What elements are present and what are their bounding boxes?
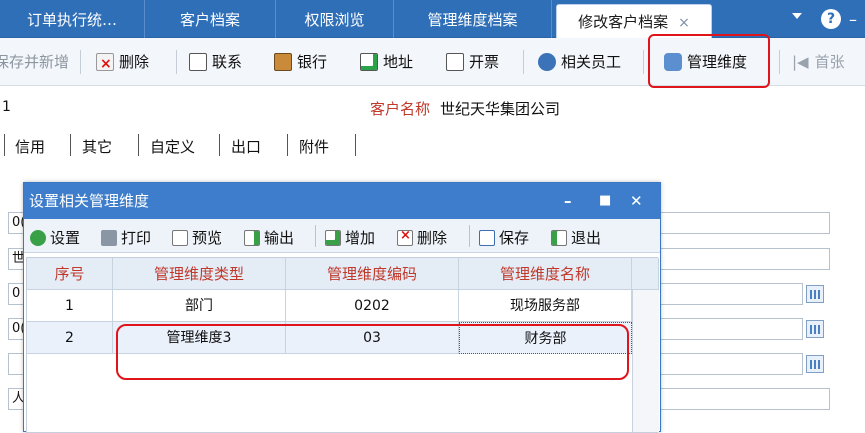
subtab-credit[interactable]: 信用 (15, 136, 45, 157)
calendar-icon[interactable] (806, 285, 824, 303)
toolbar-divider (469, 225, 470, 247)
tab-order-stats[interactable]: 订单执行统… (0, 0, 145, 38)
delete-button[interactable]: × 删除 (96, 50, 149, 74)
invoice-icon (446, 53, 464, 71)
exit-label: 退出 (571, 229, 602, 247)
first-record-icon: |◀ (792, 53, 809, 71)
customer-name-label: 客户名称 (370, 100, 431, 118)
add-label: 增加 (345, 229, 376, 247)
address-label: 地址 (383, 53, 414, 71)
highlight-annotation (648, 34, 770, 88)
contact-label: 联系 (212, 53, 243, 71)
column-header[interactable]: 序号 (27, 258, 113, 290)
bank-label: 银行 (297, 53, 328, 71)
toolbar-divider (80, 50, 81, 74)
address-icon (360, 53, 378, 71)
highlight-annotation (116, 324, 629, 380)
dialog-toolbar: 设置 打印 预览 输出 增加 × 删除 保存 退出 (24, 219, 660, 253)
export-icon (244, 230, 260, 246)
minimize-icon[interactable]: – (849, 10, 857, 29)
related-staff-label: 相关员工 (561, 53, 622, 71)
subtab-divider (138, 134, 139, 156)
save-and-new-button[interactable]: 保存并新增 (0, 50, 69, 74)
toolbar-divider (779, 50, 780, 74)
first-record-label: 首张 (814, 53, 845, 71)
close-icon[interactable]: × (678, 15, 690, 31)
scrollbar[interactable] (632, 290, 659, 432)
printer-icon (101, 230, 117, 246)
table-cell-type[interactable]: 部门 (113, 290, 286, 322)
print-label: 打印 (121, 229, 152, 247)
related-staff-button[interactable]: 相关员工 (538, 50, 621, 74)
tab-edit-customer-label: 修改客户档案 (578, 13, 669, 31)
toolbar-divider (643, 50, 644, 74)
tab-permission-browse[interactable]: 权限浏览 (276, 0, 394, 38)
save-label: 保存 (499, 229, 530, 247)
subtab-divider (219, 134, 220, 156)
maximize-icon[interactable]: ■ (599, 183, 611, 219)
close-icon[interactable]: ✕ (630, 183, 643, 219)
preview-button[interactable]: 预览 (172, 227, 222, 248)
delete-icon: × (96, 53, 114, 72)
tab-customer-archive[interactable]: 客户档案 (145, 0, 276, 38)
export-button[interactable]: 输出 (244, 227, 294, 248)
settings-button[interactable]: 设置 (30, 227, 80, 248)
subtab-export[interactable]: 出口 (231, 136, 261, 157)
delete-button[interactable]: × 删除 (397, 227, 447, 248)
first-record-button[interactable]: |◀ 首张 (792, 50, 845, 74)
preview-label: 预览 (192, 229, 223, 247)
contact-button[interactable]: 联系 (189, 50, 242, 74)
settings-label: 设置 (50, 229, 81, 247)
subtab-divider (355, 134, 356, 156)
print-button[interactable]: 打印 (101, 227, 151, 248)
subtab-divider (287, 134, 288, 156)
chevron-down-icon[interactable] (792, 13, 802, 19)
column-header[interactable]: 管理维度名称 (459, 258, 632, 290)
subtab-attachment[interactable]: 附件 (299, 136, 329, 157)
invoice-button[interactable]: 开票 (446, 50, 499, 74)
minimize-icon[interactable]: – (564, 183, 572, 219)
add-icon (325, 230, 341, 246)
tab-edit-customer[interactable]: 修改客户档案 × (556, 4, 712, 38)
preview-icon (172, 230, 188, 246)
settings-icon (30, 230, 46, 246)
people-icon (538, 53, 556, 71)
calendar-icon[interactable] (806, 320, 824, 338)
subtab-divider (4, 134, 5, 156)
toolbar-divider (315, 225, 316, 247)
column-header[interactable]: 管理维度类型 (113, 258, 286, 290)
table-cell-no[interactable]: 2 (27, 322, 113, 354)
add-button[interactable]: 增加 (325, 227, 375, 248)
contact-card-icon (189, 53, 207, 71)
calendar-icon[interactable] (806, 355, 824, 373)
delete-label: 删除 (119, 53, 150, 71)
tab-bar: 订单执行统… 客户档案 权限浏览 管理维度档案 修改客户档案 × ? – (0, 0, 865, 38)
delete-label: 删除 (417, 229, 448, 247)
export-label: 输出 (264, 229, 295, 247)
subtab-divider (70, 134, 71, 156)
save-icon (479, 230, 495, 246)
mgmt-dimension-dialog: 设置相关管理维度 – ■ ✕ 设置 打印 预览 输出 增加 ×删除 保存 退出 (23, 182, 661, 433)
column-header[interactable]: 管理维度编码 (286, 258, 459, 290)
customer-name-value: 世纪天华集团公司 (440, 100, 561, 118)
address-button[interactable]: 地址 (360, 50, 413, 74)
toolbar-divider (523, 50, 524, 74)
help-icon[interactable]: ? (821, 9, 841, 29)
row-number: 1 (2, 99, 11, 115)
table-cell-name[interactable]: 现场服务部 (459, 290, 632, 322)
toolbar-divider (176, 50, 177, 74)
subtab-other[interactable]: 其它 (82, 136, 112, 157)
bank-button[interactable]: 银行 (274, 50, 327, 74)
save-button[interactable]: 保存 (479, 227, 529, 248)
exit-icon (551, 230, 567, 246)
bank-icon (274, 53, 292, 71)
delete-icon: × (397, 228, 413, 246)
table-cell-no[interactable]: 1 (27, 290, 113, 322)
subtab-custom[interactable]: 自定义 (150, 136, 195, 157)
tab-mgmt-dim-archive[interactable]: 管理维度档案 (394, 0, 552, 38)
exit-button[interactable]: 退出 (551, 227, 601, 248)
column-header-filler (632, 258, 659, 290)
table-cell-code[interactable]: 0202 (286, 290, 459, 322)
invoice-label: 开票 (469, 53, 500, 71)
